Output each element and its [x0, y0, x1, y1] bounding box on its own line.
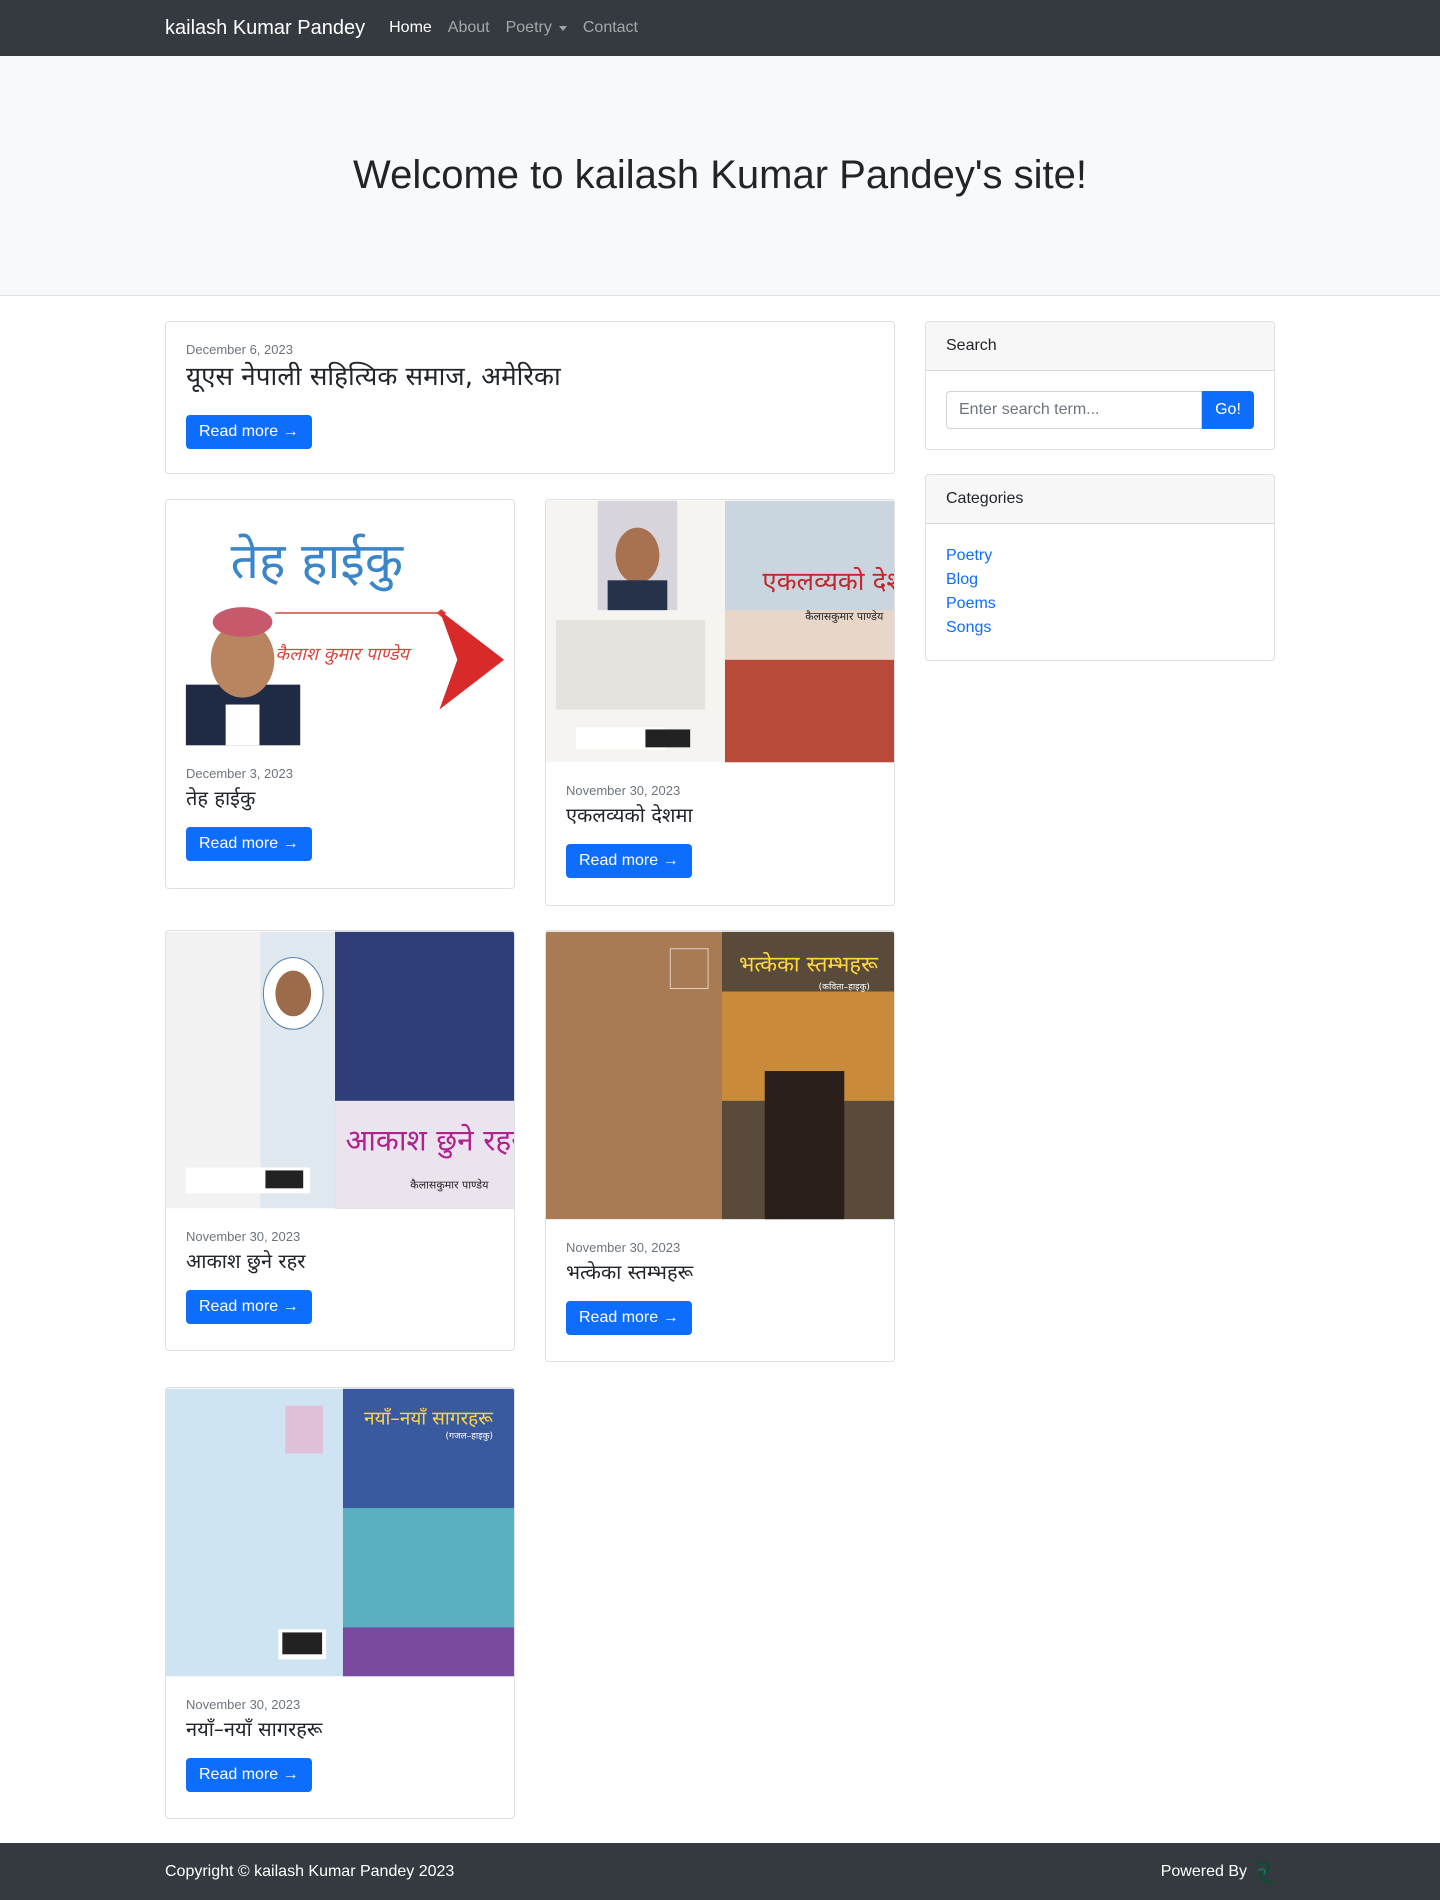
category-link-blog[interactable]: Blog: [946, 568, 1254, 592]
cover-author-text: कैलासकुमार पाण्डेय: [410, 1178, 489, 1191]
post-card: तेह हाईकु कैलाश कुमार पाण्डेय December 3…: [165, 499, 515, 889]
nav-poetry-dropdown[interactable]: Poetry: [506, 19, 567, 37]
post-date: December 6, 2023: [186, 342, 293, 357]
categories-widget: Categories Poetry Blog Poems Songs: [925, 474, 1275, 661]
django-logo-icon[interactable]: [1253, 1860, 1275, 1884]
powered-by: Powered By: [1161, 1860, 1275, 1884]
top-navbar: kailash Kumar Pandey Home About Poetry C…: [0, 0, 1440, 56]
book-cover-image[interactable]: नयाँ–नयाँ सागरहरू (गजल–हाइकु): [166, 1388, 514, 1677]
categories-widget-title: Categories: [926, 475, 1274, 524]
post-card: आकाश छुने रहर कैलासकुमार पाण्डेय Novembe…: [165, 930, 515, 1351]
site-footer: Copyright © kailash Kumar Pandey 2023 Po…: [0, 1843, 1440, 1900]
search-widget: Search Enter search term... Go!: [925, 321, 1275, 450]
nav-about[interactable]: About: [448, 19, 490, 37]
post-title: तेह हाईकु: [186, 786, 256, 810]
cover-author-text: कैलाश कुमार पाण्डेय: [275, 643, 412, 665]
cover-title-text: भत्केका स्तम्भहरू: [739, 952, 879, 978]
cover-subtitle-text: (गजल–हाइकु): [446, 1432, 493, 1442]
search-widget-title: Search: [926, 322, 1274, 371]
cover-author-text: कैलासकुमार पाण्डेय: [805, 610, 884, 623]
nav-home[interactable]: Home: [389, 19, 432, 37]
post-title: आकाश छुने रहर: [186, 1249, 306, 1273]
powered-by-label: Powered By: [1160, 1862, 1247, 1880]
book-cover-image[interactable]: भत्केका स्तम्भहरू (कविता–हाइकु): [546, 931, 894, 1220]
read-more-button[interactable]: Read more →: [186, 827, 312, 861]
read-more-button[interactable]: Read more →: [186, 1758, 312, 1792]
post-date: December 3, 2023: [186, 766, 293, 781]
cover-title-text: एकलव्यको देशमा: [762, 566, 894, 597]
read-more-button[interactable]: Read more →: [186, 1290, 312, 1324]
search-input[interactable]: Enter search term...: [946, 391, 1202, 429]
post-card: नयाँ–नयाँ सागरहरू (गजल–हाइकु) November 3…: [165, 1387, 515, 1819]
search-go-button[interactable]: Go!: [1202, 391, 1254, 429]
post-date: November 30, 2023: [566, 783, 681, 798]
site-brand[interactable]: kailash Kumar Pandey: [165, 17, 365, 40]
book-cover-image[interactable]: आकाश छुने रहर कैलासकुमार पाण्डेय: [166, 931, 514, 1209]
post-date: November 30, 2023: [186, 1229, 301, 1244]
post-title: एकलव्यको देशमा: [566, 803, 693, 827]
post-title: यूएस नेपाली सहित्यिक समाज, अमेरिका: [186, 362, 561, 392]
cover-title-text: आकाश छुने रहर: [345, 1124, 514, 1159]
cover-title-text: तेह हाईकु: [231, 532, 404, 592]
nav-poetry-label: Poetry: [505, 19, 552, 36]
post-date: November 30, 2023: [566, 1240, 681, 1255]
footer-copyright: Copyright © kailash Kumar Pandey 2023: [165, 1862, 455, 1880]
caret-down-icon: [558, 25, 567, 31]
category-link-poetry[interactable]: Poetry: [946, 544, 1254, 568]
category-link-songs[interactable]: Songs: [946, 616, 1254, 640]
post-date: November 30, 2023: [186, 1697, 301, 1712]
hero-section: Welcome to kailash Kumar Pandey's site!: [0, 56, 1440, 296]
nav-contact[interactable]: Contact: [583, 19, 638, 37]
book-cover-image[interactable]: एकलव्यको देशमा कैलासकुमार पाण्डेय: [546, 500, 894, 763]
post-title: भत्केका स्तम्भहरू: [566, 1260, 694, 1284]
cover-title-text: नयाँ–नयाँ सागरहरू: [364, 1408, 493, 1430]
hero-title: Welcome to kailash Kumar Pandey's site!: [353, 153, 1087, 197]
read-more-button[interactable]: Read more →: [186, 414, 312, 449]
featured-post-card: December 6, 2023 यूएस नेपाली सहित्यिक सम…: [165, 321, 895, 474]
post-card: एकलव्यको देशमा कैलासकुमार पाण्डेय Novemb…: [545, 499, 895, 906]
post-title: नयाँ–नयाँ सागरहरू: [186, 1717, 323, 1741]
post-card: भत्केका स्तम्भहरू (कविता–हाइकु) November…: [545, 930, 895, 1362]
cover-subtitle-text: (कविता–हाइकु): [819, 980, 870, 992]
book-cover-image[interactable]: तेह हाईकु कैलाश कुमार पाण्डेय: [166, 500, 514, 746]
read-more-button[interactable]: Read more →: [566, 1301, 692, 1335]
read-more-button[interactable]: Read more →: [566, 844, 692, 878]
category-link-poems[interactable]: Poems: [946, 592, 1254, 616]
